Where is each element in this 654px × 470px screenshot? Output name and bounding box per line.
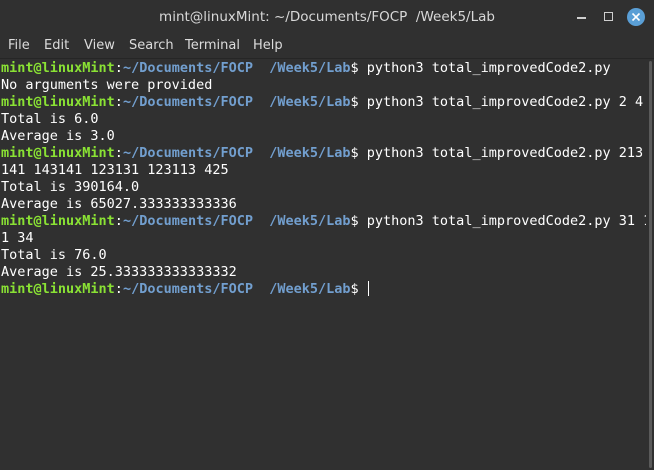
- prompt-dollar: $: [350, 145, 367, 161]
- prompt-separator: :: [114, 281, 123, 297]
- command-text: python3 total_improvedCode2.py 2 4: [366, 94, 644, 110]
- prompt-separator: :: [114, 94, 123, 110]
- title-bar[interactable]: mint@linuxMint: ~/Documents/FOCP /Week5/…: [0, 0, 654, 34]
- terminal-output[interactable]: mint@linuxMint:~/Documents/FOCP /Week5/L…: [0, 59, 654, 470]
- prompt-dollar: $: [350, 60, 367, 76]
- output-line: Total is 390164.0: [1, 179, 140, 195]
- prompt-path: ~/Documents/FOCP /Week5/Lab: [122, 60, 351, 76]
- prompt-dollar: $: [350, 281, 367, 297]
- menu-file[interactable]: File: [8, 34, 30, 58]
- prompt-dollar: $: [350, 94, 367, 110]
- menu-view[interactable]: View: [84, 34, 115, 58]
- maximize-icon: [604, 12, 613, 21]
- menu-help[interactable]: Help: [253, 34, 283, 58]
- prompt-path: ~/Documents/FOCP /Week5/Lab: [122, 145, 351, 161]
- close-icon: [631, 12, 641, 22]
- output-line: Total is 6.0: [1, 111, 99, 127]
- text-cursor: [367, 281, 369, 296]
- prompt-line: mint@linuxMint:~/Documents/FOCP /Week5/L…: [0, 213, 654, 230]
- output-line: Average is 25.333333333333332: [1, 264, 237, 280]
- menu-search[interactable]: Search: [129, 34, 174, 58]
- scrollbar-thumb[interactable]: [649, 61, 652, 468]
- command-text: python3 total_improvedCode2.py 31 1: [366, 213, 652, 229]
- command-text: python3 total_improvedCode2.py 213: [366, 145, 644, 161]
- prompt-user: mint@linuxMint: [1, 281, 115, 297]
- prompt-user: mint@linuxMint: [1, 60, 115, 76]
- prompt-user: mint@linuxMint: [1, 94, 115, 110]
- prompt-line-current: mint@linuxMint:~/Documents/FOCP /Week5/L…: [0, 281, 654, 298]
- menu-terminal[interactable]: Terminal: [185, 34, 240, 58]
- minimize-button[interactable]: [573, 8, 591, 26]
- prompt-separator: :: [114, 145, 123, 161]
- prompt-path: ~/Documents/FOCP /Week5/Lab: [122, 213, 351, 229]
- window-title: mint@linuxMint: ~/Documents/FOCP /Week5/…: [159, 9, 495, 25]
- prompt-line: mint@linuxMint:~/Documents/FOCP /Week5/L…: [0, 94, 654, 111]
- menu-bar: File Edit View Search Terminal Help: [0, 34, 654, 59]
- prompt-line: mint@linuxMint:~/Documents/FOCP /Week5/L…: [0, 145, 654, 162]
- output-line: 1 34: [1, 230, 34, 246]
- prompt-line: mint@linuxMint:~/Documents/FOCP /Week5/L…: [0, 60, 654, 77]
- close-button[interactable]: [627, 8, 645, 26]
- terminal-window: mint@linuxMint: ~/Documents/FOCP /Week5/…: [0, 0, 654, 470]
- output-line: Average is 65027.333333333336: [1, 196, 237, 212]
- prompt-separator: :: [114, 60, 123, 76]
- menu-edit[interactable]: Edit: [44, 34, 69, 58]
- prompt-separator: :: [114, 213, 123, 229]
- output-line: 141 143141 123131 123113 425: [1, 162, 229, 178]
- scrollbar[interactable]: [646, 59, 654, 470]
- output-line: Total is 76.0: [1, 247, 107, 263]
- prompt-user: mint@linuxMint: [1, 145, 115, 161]
- prompt-path: ~/Documents/FOCP /Week5/Lab: [122, 94, 351, 110]
- command-text: python3 total_improvedCode2.py: [366, 60, 611, 76]
- prompt-user: mint@linuxMint: [1, 213, 115, 229]
- output-line: Average is 3.0: [1, 128, 115, 144]
- prompt-dollar: $: [350, 213, 367, 229]
- output-line: No arguments were provided: [1, 77, 213, 93]
- prompt-path: ~/Documents/FOCP /Week5/Lab: [122, 281, 351, 297]
- minimize-icon: [577, 17, 586, 19]
- maximize-button[interactable]: [600, 8, 618, 26]
